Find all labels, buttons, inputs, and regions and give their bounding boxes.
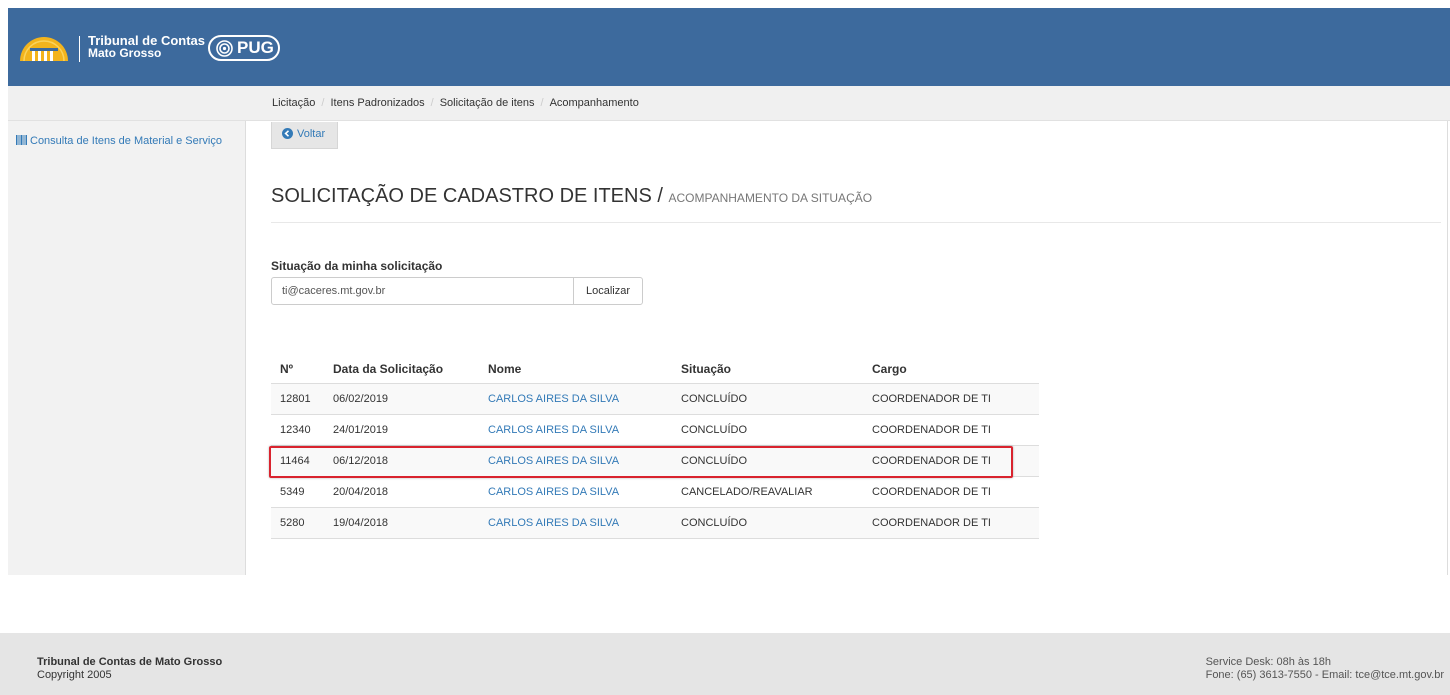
column-header-date: Data da Solicitação <box>324 355 479 384</box>
brand-name: Tribunal de Contas Mato Grosso <box>88 34 205 60</box>
cell-date: 06/12/2018 <box>324 445 479 477</box>
cell-role: COORDENADOR DE TI <box>863 445 1039 477</box>
breadcrumb-item-itens-padronizados[interactable]: Itens Padronizados <box>330 97 424 109</box>
name-link[interactable]: CARLOS AIRES DA SILVA <box>488 486 619 498</box>
cell-name: CARLOS AIRES DA SILVA <box>479 383 672 415</box>
table-header-row: Nº Data da Solicitação Nome Situação Car… <box>271 355 1039 384</box>
name-link[interactable]: CARLOS AIRES DA SILVA <box>488 517 619 529</box>
breadcrumb-separator: / <box>321 97 325 109</box>
table-row: 11464 06/12/2018 CARLOS AIRES DA SILVA C… <box>271 445 1039 477</box>
cell-status: CONCLUÍDO <box>672 507 863 539</box>
cell-status: CONCLUÍDO <box>672 383 863 415</box>
breadcrumb-separator: / <box>540 97 544 109</box>
cell-name: CARLOS AIRES DA SILVA <box>479 476 672 508</box>
sidebar-item-label: Consulta de Itens de Material e Serviço <box>30 135 222 147</box>
cell-number: 11464 <box>271 445 324 477</box>
breadcrumb: Licitação / Itens Padronizados / Solicitação… <box>272 97 639 109</box>
content-border <box>1447 121 1448 575</box>
cell-date: 06/02/2019 <box>324 383 479 415</box>
search-button[interactable]: Localizar <box>573 277 643 305</box>
page-title-main: SOLICITAÇÃO DE CADASTRO DE ITENS / <box>271 185 663 207</box>
cell-number: 12340 <box>271 414 324 446</box>
breadcrumb-bar: Licitação / Itens Padronizados / Solicitação… <box>8 86 1450 121</box>
cell-date: 24/01/2019 <box>324 414 479 446</box>
cell-number: 5280 <box>271 507 324 539</box>
requests-table: Nº Data da Solicitação Nome Situação Car… <box>271 355 1039 539</box>
back-button[interactable]: Voltar <box>271 122 338 149</box>
pug-logo-text: PUG <box>237 38 274 57</box>
column-header-role: Cargo <box>863 355 1039 384</box>
cell-number: 12801 <box>271 383 324 415</box>
tribunal-logo-icon[interactable] <box>18 35 70 61</box>
column-header-name: Nome <box>479 355 672 384</box>
cell-status: CONCLUÍDO <box>672 414 863 446</box>
footer-org-name: Tribunal de Contas de Mato Grosso <box>37 656 223 668</box>
table-row: 5280 19/04/2018 CARLOS AIRES DA SILVA CO… <box>271 507 1039 539</box>
footer-contact-info: Service Desk: 08h às 18h Fone: (65) 3613… <box>1206 656 1444 682</box>
breadcrumb-separator: / <box>430 97 434 109</box>
footer-contact: Fone: (65) 3613-7550 - Email: tce@tce.mt… <box>1205 669 1444 681</box>
cell-number: 5349 <box>271 476 324 508</box>
arrow-circle-left-icon <box>282 128 293 139</box>
email-search-input[interactable] <box>271 277 574 305</box>
cell-role: COORDENADOR DE TI <box>863 414 1039 446</box>
cell-name: CARLOS AIRES DA SILVA <box>479 414 672 446</box>
name-link[interactable]: CARLOS AIRES DA SILVA <box>488 424 619 436</box>
title-divider <box>271 222 1441 223</box>
page-title: SOLICITAÇÃO DE CADASTRO DE ITENS / ACOMP… <box>271 185 872 208</box>
back-button-label: Voltar <box>297 128 326 140</box>
cell-status: CANCELADO/REAVALIAR <box>672 476 863 508</box>
breadcrumb-item-licitacao[interactable]: Licitação <box>272 97 315 109</box>
footer: Tribunal de Contas de Mato Grosso Copyri… <box>0 633 1450 695</box>
footer-org-info: Tribunal de Contas de Mato Grosso Copyri… <box>37 656 222 682</box>
table-row: 12801 06/02/2019 CARLOS AIRES DA SILVA C… <box>271 383 1039 415</box>
pug-swirl-icon <box>216 40 233 57</box>
cell-date: 19/04/2018 <box>324 507 479 539</box>
table-row: 12340 24/01/2019 CARLOS AIRES DA SILVA C… <box>271 414 1039 446</box>
sidebar-item-consulta-itens[interactable]: Consulta de Itens de Material e Serviço <box>16 135 222 147</box>
table-row: 5349 20/04/2018 CARLOS AIRES DA SILVA CA… <box>271 476 1039 508</box>
top-header: Tribunal de Contas Mato Grosso PUG <box>8 8 1450 86</box>
situation-label: Situação da minha solicitação <box>271 259 443 273</box>
cell-name: CARLOS AIRES DA SILVA <box>479 507 672 539</box>
page-subtitle: ACOMPANHAMENTO DA SITUAÇÃO <box>668 191 873 205</box>
column-header-number: Nº <box>271 355 324 384</box>
brand-line-2: Mato Grosso <box>88 46 162 60</box>
cell-status: CONCLUÍDO <box>672 445 863 477</box>
cell-date: 20/04/2018 <box>324 476 479 508</box>
cell-role: COORDENADOR DE TI <box>863 383 1039 415</box>
breadcrumb-item-solicitacao[interactable]: Solicitação de itens <box>440 97 535 109</box>
name-link[interactable]: CARLOS AIRES DA SILVA <box>488 455 619 467</box>
column-header-status: Situação <box>672 355 863 384</box>
pug-logo[interactable]: PUG <box>208 35 280 61</box>
footer-service-desk: Service Desk: 08h às 18h <box>1205 656 1331 668</box>
breadcrumb-item-acompanhamento: Acompanhamento <box>549 97 639 109</box>
cell-role: COORDENADOR DE TI <box>863 507 1039 539</box>
cell-role: COORDENADOR DE TI <box>863 476 1039 508</box>
barcode-icon <box>16 135 27 145</box>
name-link[interactable]: CARLOS AIRES DA SILVA <box>488 393 619 405</box>
sidebar: Consulta de Itens de Material e Serviço <box>8 121 246 575</box>
footer-copyright: Copyright 2005 <box>37 669 112 681</box>
logo-divider <box>79 36 80 62</box>
cell-name: CARLOS AIRES DA SILVA <box>479 445 672 477</box>
